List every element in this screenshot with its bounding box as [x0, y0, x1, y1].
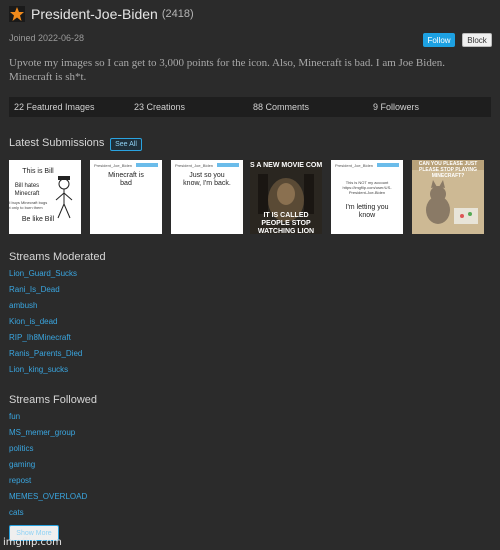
- followers-link[interactable]: 9 Followers: [373, 102, 419, 112]
- block-button[interactable]: Block: [462, 33, 492, 47]
- thumb-text: S A NEW MOVIE COMI: [250, 162, 322, 169]
- stick-figure-icon: [55, 176, 73, 219]
- see-all-button[interactable]: See All: [110, 138, 142, 151]
- thumb-text: Bill hates Minecraft: [14, 183, 40, 197]
- submission-thumb-6[interactable]: CAN YOU PLEASE JUST PLEASE STOP PLAYING …: [412, 160, 484, 234]
- streams-moderated-title: Streams Moderated: [9, 251, 106, 263]
- creations-link[interactable]: 23 Creations: [134, 102, 185, 112]
- stream-link[interactable]: Lion_king_sucks: [9, 362, 82, 378]
- stream-link[interactable]: RIP_Ih8Minecraft: [9, 330, 82, 346]
- thumb-text: IT IS CALLED PEOPLE STOP WATCHING LION: [257, 212, 315, 234]
- submission-thumb-3[interactable]: President_Joe_Biden Just so you know, I'…: [171, 160, 243, 234]
- submission-thumb-1[interactable]: This is Bill Bill hates Minecraft Bill b…: [9, 160, 81, 234]
- stream-link[interactable]: MEMES_OVERLOAD: [9, 489, 87, 505]
- thumb-header: President_Joe_Biden: [335, 163, 374, 168]
- thumb-buttons: [377, 163, 399, 167]
- follow-button[interactable]: Follow: [423, 33, 455, 47]
- thumb-text: Just so you know, I'm back.: [183, 172, 231, 187]
- username: President-Joe-Biden: [31, 6, 158, 22]
- stream-link[interactable]: politics: [9, 441, 87, 457]
- stream-link[interactable]: fun: [9, 409, 87, 425]
- star-icon: [9, 6, 25, 22]
- stream-link[interactable]: Lion_Guard_Sucks: [9, 266, 82, 282]
- submission-thumb-4[interactable]: S A NEW MOVIE COMI IT IS CALLED PEOPLE S…: [250, 160, 322, 234]
- latest-submissions-title: Latest Submissions: [9, 137, 105, 149]
- user-points: (2418): [161, 8, 194, 20]
- streams-followed-list: fun MS_memer_group politics gaming repos…: [9, 409, 87, 521]
- stream-link[interactable]: ambush: [9, 298, 82, 314]
- thumb-text: Minecraft is bad: [108, 172, 144, 187]
- thumb-text: This is NOT my account https://imgflip.c…: [342, 180, 392, 195]
- submission-thumb-2[interactable]: President_Joe_Biden Minecraft is bad: [90, 160, 162, 234]
- joined-date: Joined 2022-06-28: [9, 33, 85, 43]
- stream-link[interactable]: repost: [9, 473, 87, 489]
- stream-link[interactable]: MS_memer_group: [9, 425, 87, 441]
- streams-moderated-list: Lion_Guard_Sucks Rani_Is_Dead ambush Kio…: [9, 266, 82, 378]
- thumb-header: President_Joe_Biden: [94, 163, 133, 168]
- watermark: imgflip.com: [3, 537, 62, 548]
- comments-link[interactable]: 88 Comments: [253, 102, 309, 112]
- thumb-buttons: [217, 163, 239, 167]
- thumb-text: CAN YOU PLEASE JUST PLEASE STOP PLAYING …: [418, 161, 478, 179]
- thumb-text: I'm letting you know: [345, 204, 389, 219]
- thumb-buttons: [136, 163, 158, 167]
- submission-thumbnails: This is Bill Bill hates Minecraft Bill b…: [9, 160, 485, 234]
- stream-link[interactable]: Kion_is_dead: [9, 314, 82, 330]
- stats-bar: 22 Featured Images 23 Creations 88 Comme…: [9, 97, 491, 117]
- profile-header: President-Joe-Biden (2418): [9, 4, 491, 24]
- thumb-header: President_Joe_Biden: [175, 163, 214, 168]
- featured-images-link[interactable]: 22 Featured Images: [14, 102, 95, 112]
- stream-link[interactable]: Ranis_Parents_Died: [9, 346, 82, 362]
- submission-thumb-5[interactable]: President_Joe_Biden This is NOT my accou…: [331, 160, 403, 234]
- stream-link[interactable]: gaming: [9, 457, 87, 473]
- stream-link[interactable]: Rani_Is_Dead: [9, 282, 82, 298]
- streams-followed-title: Streams Followed: [9, 394, 98, 406]
- user-bio: Upvote my images so I can get to 3,000 p…: [9, 57, 445, 83]
- stream-link[interactable]: cats: [9, 505, 87, 521]
- thumb-text: Bill buys Minecraft bugs but only to bur…: [9, 200, 48, 210]
